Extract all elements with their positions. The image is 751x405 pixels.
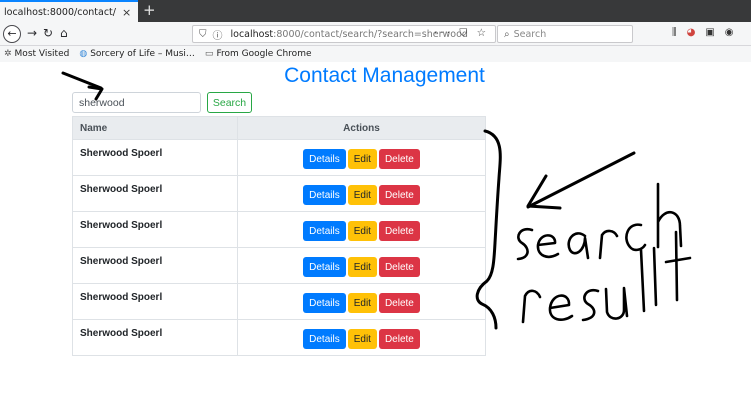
column-header-name: Name (72, 116, 238, 140)
page-title: Contact Management (284, 64, 485, 87)
table-row: Sherwood Spoerl Details Edit Delete (72, 247, 486, 284)
contact-name: Sherwood Spoerl (72, 175, 238, 212)
contact-name: Sherwood Spoerl (72, 319, 238, 356)
globe-icon: ◍ (79, 49, 88, 59)
row-actions: Details Edit Delete (237, 175, 486, 212)
bookmark-label: Most Visited (14, 49, 70, 59)
edit-button[interactable]: Edit (347, 257, 377, 277)
table-body: Sherwood Spoerl Details Edit Delete Sherwood… (72, 139, 486, 356)
table-row: Sherwood Spoerl Details Edit Delete (72, 319, 486, 356)
search-icon: ⌕ (504, 28, 510, 40)
back-icon[interactable]: ← (3, 25, 21, 43)
page-actions-icons[interactable]: ··· ⛉ ☆ (434, 27, 489, 40)
library-icon[interactable]: ⫼ (672, 27, 687, 38)
bookmark-from-google-chrome[interactable]: ▭ From Google Chrome (205, 49, 312, 59)
details-button[interactable]: Details (303, 293, 346, 313)
handwriting-search-result (516, 182, 692, 324)
info-icon[interactable]: ⓘ (213, 27, 223, 42)
tab-title: localhost:8000/contact/sea (4, 6, 116, 18)
delete-button[interactable]: Delete (378, 257, 420, 277)
row-actions: Details Edit Delete (237, 319, 486, 356)
delete-button[interactable]: Delete (378, 149, 420, 169)
shield-icon[interactable]: ⛉ (199, 29, 207, 40)
home-icon[interactable]: ⌂ (60, 26, 68, 40)
edit-button[interactable]: Edit (347, 329, 377, 349)
details-button[interactable]: Details (303, 185, 346, 205)
row-actions: Details Edit Delete (237, 211, 486, 248)
table-row: Sherwood Spoerl Details Edit Delete (72, 211, 486, 248)
annotation-arrow-stroke (526, 151, 636, 209)
table-row: Sherwood Spoerl Details Edit Delete (72, 283, 486, 320)
details-button[interactable]: Details (303, 149, 346, 169)
delete-button[interactable]: Delete (378, 293, 420, 313)
bookmark-label: From Google Chrome (216, 49, 312, 59)
edit-button[interactable]: Edit (347, 221, 377, 241)
details-button[interactable]: Details (303, 221, 346, 241)
new-tab-icon[interactable]: + (143, 1, 156, 19)
active-tab[interactable]: localhost:8000/contact/sea × (0, 0, 138, 22)
bookmark-sorcery-of-life[interactable]: ◍ Sorcery of Life – Musi… (79, 49, 195, 59)
details-button[interactable]: Details (303, 257, 346, 277)
bookmark-most-visited[interactable]: ✲ Most Visited (4, 49, 69, 59)
url-text[interactable]: localhost:8000/contact/search/?search=sh… (231, 29, 468, 40)
contact-name: Sherwood Spoerl (72, 139, 238, 176)
forward-icon[interactable]: → (27, 26, 37, 40)
extension-icon[interactable]: ◕ (687, 27, 706, 38)
table-header-row: Name Actions (72, 116, 486, 140)
folder-icon: ▭ (204, 49, 214, 59)
delete-button[interactable]: Delete (378, 329, 420, 349)
bookmark-label: Sorcery of Life – Musi… (90, 49, 195, 59)
navigation-toolbar: ← → ↻ ⌂ ⛉ ⓘ localhost:8000/contact/searc… (0, 22, 751, 46)
contact-name: Sherwood Spoerl (72, 283, 238, 320)
table-row: Sherwood Spoerl Details Edit Delete (72, 139, 486, 176)
edit-button[interactable]: Edit (347, 149, 377, 169)
tab-strip: localhost:8000/contact/sea × + (0, 0, 751, 22)
url-bar[interactable]: ⛉ ⓘ localhost:8000/contact/search/?searc… (192, 25, 496, 43)
search-button[interactable]: Search (207, 92, 252, 113)
bookmarks-bar: ✲ Most Visited ◍ Sorcery of Life – Musi…… (0, 46, 751, 62)
gear-icon: ✲ (4, 49, 12, 59)
account-icon[interactable]: ◉ (725, 27, 744, 38)
search-input[interactable] (72, 92, 201, 113)
delete-button[interactable]: Delete (378, 221, 420, 241)
contacts-table: Name Actions Sherwood Spoerl Details Edit D… (72, 116, 486, 356)
row-actions: Details Edit Delete (237, 247, 486, 284)
column-header-actions: Actions (237, 116, 486, 140)
sidebar-icon[interactable]: ▣ (705, 27, 724, 38)
row-actions: Details Edit Delete (237, 139, 486, 176)
reload-icon[interactable]: ↻ (43, 26, 53, 40)
table-row: Sherwood Spoerl Details Edit Delete (72, 175, 486, 212)
details-button[interactable]: Details (303, 329, 346, 349)
row-actions: Details Edit Delete (237, 283, 486, 320)
contact-name: Sherwood Spoerl (72, 211, 238, 248)
toolbar-icons[interactable]: ⫼◕▣◉ (672, 27, 744, 38)
annotation-arrow-head (526, 174, 562, 210)
browser-search-placeholder: Search (513, 28, 547, 40)
tab-close-icon[interactable]: × (122, 6, 131, 19)
edit-button[interactable]: Edit (347, 185, 377, 205)
delete-button[interactable]: Delete (378, 185, 420, 205)
browser-search-field[interactable]: ⌕ Search (497, 25, 633, 43)
url-host: localhost (230, 28, 274, 40)
contact-name: Sherwood Spoerl (72, 247, 238, 284)
edit-button[interactable]: Edit (347, 293, 377, 313)
